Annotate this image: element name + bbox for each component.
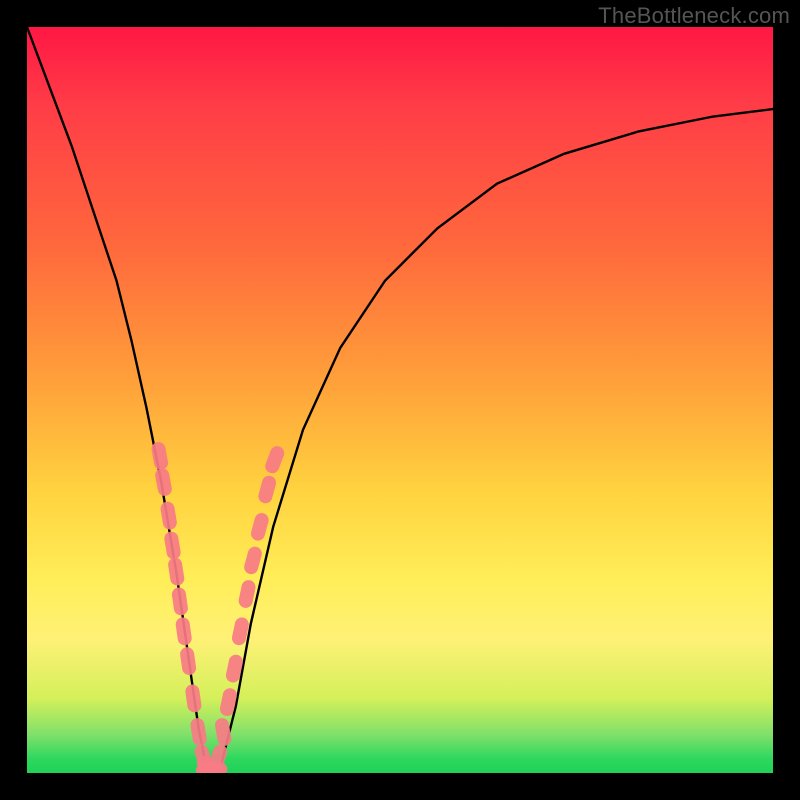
curve-marker	[243, 545, 264, 576]
curve-marker	[163, 531, 181, 561]
curve-marker	[189, 717, 207, 747]
watermark-text: TheBottleneck.com	[598, 3, 790, 29]
curve-marker	[214, 717, 232, 747]
curve-marker	[171, 587, 189, 617]
curve-markers	[150, 441, 286, 773]
curve-marker	[179, 646, 197, 676]
curve-marker	[150, 441, 169, 471]
curve-marker	[184, 684, 202, 714]
curve-marker	[257, 474, 278, 505]
chart-frame: TheBottleneck.com	[0, 0, 800, 800]
curve-marker	[249, 511, 270, 542]
curve-marker	[154, 467, 173, 497]
curve-marker	[167, 557, 185, 587]
curve-marker	[159, 501, 177, 531]
curve-marker	[237, 579, 256, 609]
curve-marker	[175, 616, 193, 646]
plot-area	[27, 27, 773, 773]
curve-marker	[263, 444, 286, 475]
bottleneck-curve	[27, 27, 773, 773]
chart-svg	[27, 27, 773, 773]
